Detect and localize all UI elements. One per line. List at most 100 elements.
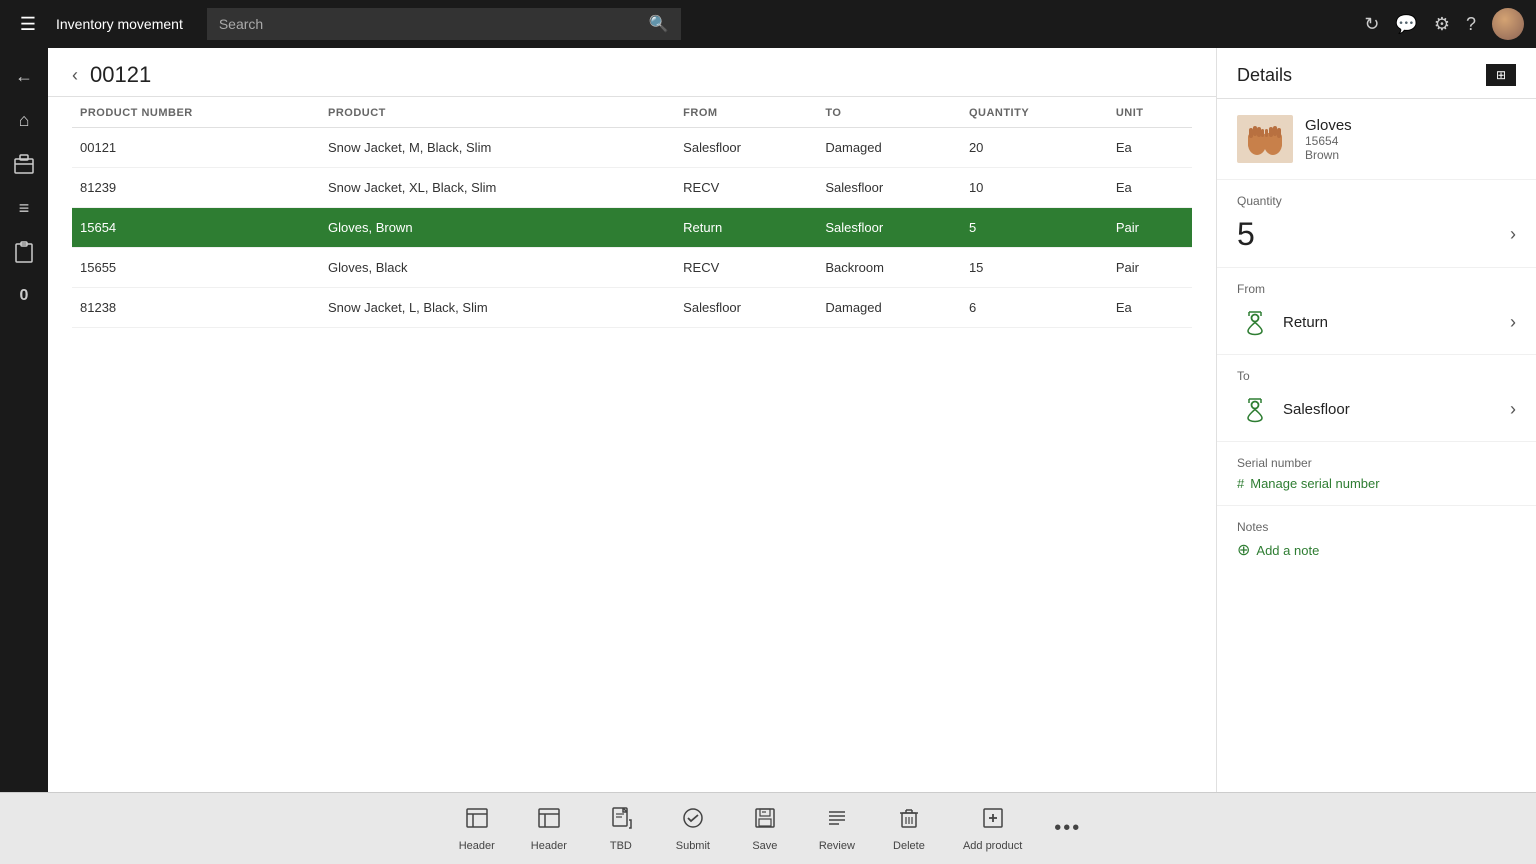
add-note-link[interactable]: Add a note	[1256, 543, 1319, 558]
bottom-toolbar: Header Header TBD	[0, 792, 1536, 864]
manage-serial-link[interactable]: Manage serial number	[1250, 476, 1379, 491]
from-location-row: Return	[1237, 304, 1328, 340]
details-action-button[interactable]: ⊞	[1486, 64, 1516, 86]
to-location-name: Salesfloor	[1283, 401, 1350, 418]
table-cell-quantity: 5	[961, 208, 1108, 248]
header2-icon	[537, 806, 561, 836]
serial-number-link-row[interactable]: # Manage serial number	[1237, 476, 1516, 491]
clipboard-icon	[14, 241, 34, 263]
product-name: Gloves	[1305, 117, 1352, 134]
refresh-icon[interactable]: ↻	[1364, 14, 1379, 35]
product-color: Brown	[1305, 148, 1352, 162]
table-cell-unit: Ea	[1108, 288, 1192, 328]
to-chevron-button[interactable]: ›	[1510, 399, 1516, 420]
header1-icon	[465, 806, 489, 836]
gloves-image	[1243, 120, 1287, 158]
user-avatar[interactable]	[1492, 8, 1524, 40]
search-icon: 🔍	[649, 14, 669, 34]
table-cell-from: Return	[675, 208, 817, 248]
tbd-icon	[609, 806, 633, 836]
details-title: Details	[1237, 65, 1292, 86]
table-cell-to: Salesfloor	[817, 208, 961, 248]
save-label: Save	[752, 840, 777, 852]
table-cell-from: Salesfloor	[675, 128, 817, 168]
sidebar: ← ⌂ ≡ 0	[0, 48, 48, 792]
sidebar-item-home[interactable]: ⌂	[4, 100, 44, 140]
table-row[interactable]: 15654Gloves, BrownReturnSalesfloor5Pair	[72, 208, 1192, 248]
col-header-product-number: PRODUCT NUMBER	[72, 97, 320, 128]
table-row[interactable]: 15655Gloves, BlackRECVBackroom15Pair	[72, 248, 1192, 288]
submit-label: Submit	[676, 840, 710, 852]
toolbar-more-button[interactable]: •••	[1040, 793, 1095, 864]
delete-label: Delete	[893, 840, 925, 852]
content-area: ‹ 00121 PRODUCT NUMBER PRODUCT FROM TO Q…	[48, 48, 1216, 792]
table-cell-unit: Pair	[1108, 248, 1192, 288]
table-cell-from: RECV	[675, 248, 817, 288]
toolbar-submit-button[interactable]: Submit	[657, 793, 729, 864]
quantity-chevron-button[interactable]: ›	[1510, 224, 1516, 245]
table-cell-to: Salesfloor	[817, 168, 961, 208]
toolbar-add-product-button[interactable]: Add product	[945, 793, 1040, 864]
to-location-icon	[1237, 391, 1273, 427]
save-icon	[753, 806, 777, 836]
table-cell-product: Snow Jacket, M, Black, Slim	[320, 128, 675, 168]
toolbar-tbd-button[interactable]: TBD	[585, 793, 657, 864]
table-row[interactable]: 00121Snow Jacket, M, Black, SlimSalesflo…	[72, 128, 1192, 168]
from-row: Return ›	[1237, 304, 1516, 340]
table-cell-id: 15654	[72, 208, 320, 248]
table-cell-unit: Pair	[1108, 208, 1192, 248]
from-chevron-button[interactable]: ›	[1510, 312, 1516, 333]
table-cell-product: Snow Jacket, L, Black, Slim	[320, 288, 675, 328]
notes-label: Notes	[1237, 520, 1516, 534]
main-layout: ← ⌂ ≡ 0 ‹ 00121	[0, 48, 1536, 792]
product-thumbnail	[1237, 115, 1293, 163]
table-cell-quantity: 15	[961, 248, 1108, 288]
review-icon	[825, 806, 849, 836]
notification-icon[interactable]: 💬	[1395, 14, 1417, 35]
product-info-section: Gloves 15654 Brown	[1217, 99, 1536, 180]
page-title: 00121	[90, 62, 151, 88]
quantity-row: 5 ›	[1237, 216, 1516, 253]
details-header: Details ⊞	[1217, 48, 1536, 99]
to-location-row: Salesfloor	[1237, 391, 1350, 427]
calculator-icon: ⊞	[1496, 68, 1506, 82]
toolbar-header2-button[interactable]: Header	[513, 793, 585, 864]
sidebar-item-clipboard[interactable]	[4, 232, 44, 272]
toolbar-delete-button[interactable]: Delete	[873, 793, 945, 864]
sidebar-item-zero[interactable]: 0	[4, 276, 44, 316]
tbd-label: TBD	[610, 840, 632, 852]
back-button[interactable]: ‹	[72, 65, 78, 86]
table-cell-product: Gloves, Brown	[320, 208, 675, 248]
page-header: ‹ 00121	[48, 48, 1216, 97]
to-label: To	[1237, 369, 1516, 383]
sidebar-item-back[interactable]: ←	[4, 56, 44, 96]
toolbar-header1-button[interactable]: Header	[441, 793, 513, 864]
product-meta: Gloves 15654 Brown	[1305, 117, 1352, 162]
more-icon: •••	[1054, 817, 1081, 840]
table-row[interactable]: 81239Snow Jacket, XL, Black, SlimRECVSal…	[72, 168, 1192, 208]
toolbar-review-button[interactable]: Review	[801, 793, 873, 864]
search-input[interactable]	[219, 16, 645, 32]
settings-icon[interactable]: ⚙	[1434, 14, 1450, 35]
table-cell-product: Gloves, Black	[320, 248, 675, 288]
table-cell-unit: Ea	[1108, 128, 1192, 168]
table-header-row: PRODUCT NUMBER PRODUCT FROM TO QUANTITY …	[72, 97, 1192, 128]
product-sku: 15654	[1305, 134, 1352, 148]
sidebar-item-menu[interactable]: ≡	[4, 188, 44, 228]
details-panel: Details ⊞	[1216, 48, 1536, 792]
from-location-icon	[1237, 304, 1273, 340]
table-cell-id: 81238	[72, 288, 320, 328]
table-cell-product: Snow Jacket, XL, Black, Slim	[320, 168, 675, 208]
col-header-to: TO	[817, 97, 961, 128]
table-cell-id: 00121	[72, 128, 320, 168]
search-bar[interactable]: 🔍	[207, 8, 681, 40]
add-note-row[interactable]: ⊕ Add a note	[1237, 540, 1516, 560]
header1-label: Header	[459, 840, 495, 852]
hamburger-menu-icon[interactable]: ☰	[12, 14, 44, 35]
sidebar-item-inventory[interactable]	[4, 144, 44, 184]
app-title: Inventory movement	[56, 16, 183, 32]
help-icon[interactable]: ?	[1466, 14, 1476, 35]
review-label: Review	[819, 840, 855, 852]
table-row[interactable]: 81238Snow Jacket, L, Black, SlimSalesflo…	[72, 288, 1192, 328]
toolbar-save-button[interactable]: Save	[729, 793, 801, 864]
